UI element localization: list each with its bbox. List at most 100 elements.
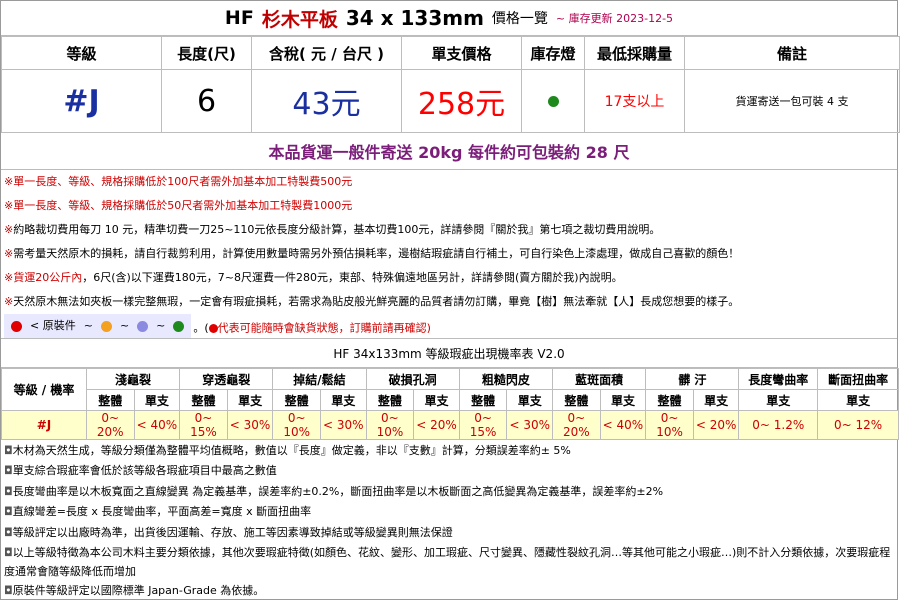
note-mark: ※ [4, 223, 14, 236]
header-min-order: 最低採購量 [584, 36, 685, 70]
note-mark: ※ [4, 295, 14, 308]
bullet-icon: ◘ [4, 505, 13, 519]
defect-note-text: 直線彎差=長度 x 長度彎曲率，平面高差=寬度 x 斷面扭曲率 [12, 505, 312, 519]
min-order-value: 17支以上 [584, 69, 685, 133]
bullet-icon: ◘ [4, 444, 13, 457]
bullet-icon: ◘ [4, 546, 13, 560]
defect-category: 淺龜裂 [85, 368, 181, 390]
defect-note-text: 以上等級特徵為本公司木料主要分類依據，其他次要瑕疵特徵(如顏色、花紋、變形、加工… [4, 546, 891, 579]
defect-value: < 40% [599, 410, 647, 440]
legend-blue-dot-icon [137, 320, 149, 332]
price-table-header: 等級 長度(尺) 含稅( 元 / 台尺 ) 單支價格 庫存燈 最低採購量 備註 [1, 36, 900, 70]
header-price-tax: 含稅( 元 / 台尺 ) [251, 36, 402, 70]
defect-value: 0~ 20% [85, 410, 135, 440]
note-item: ※需考量天然原木的損耗，請自行裁剪利用，計算使用數量時需另外預估損耗率，邊樹結瑕… [1, 242, 897, 266]
sub-whole: 整體 [85, 389, 135, 411]
defect-table: 等級 / 機率 淺龜裂 穿透龜裂 掉結/鬆結 破損孔洞 粗糙閃皮 藍斑面積 髒 … [1, 368, 899, 440]
defect-value: 0~ 15% [458, 410, 508, 440]
legend-sep: ~ [119, 319, 130, 332]
defect-value: 0~ 20% [552, 410, 601, 440]
brand: HF [224, 7, 254, 29]
note-text: 需考量天然原木的損耗，請自行裁剪利用，計算使用數量時需另外預估損耗率，邊樹結瑕疵… [13, 247, 740, 260]
defect-category: 粗糙閃皮 [458, 368, 554, 390]
unit-price-value: 258元 [401, 69, 522, 133]
sub-single: 單支 [320, 389, 367, 411]
defect-grade: #J [1, 410, 87, 440]
shipping-banner: 本品貨運一般件寄送 20kg 每件約可包裝約 28 尺 [1, 133, 897, 170]
sub-whole: 整體 [272, 389, 321, 411]
note-item: ※貨運20公斤內，6尺(含)以下運費180元，7~8尺運費一件280元，東部、特… [1, 266, 897, 290]
defect-note: ◘長度彎曲率是以木板寬面之直線變異 為定義基準，誤差率約±0.2%，斷面扭曲率是… [1, 482, 897, 502]
legend-warning-dot-icon [208, 324, 218, 333]
sub-single: 單支 [599, 389, 647, 411]
bullet-icon: ◘ [4, 525, 13, 539]
defect-value: 0~ 10% [365, 410, 415, 440]
note-item: ※天然原木無法如夾板一樣完整無瑕，一定會有瑕疵損耗，若需求為貼皮般光鮮亮麗的品質… [1, 290, 897, 314]
legend-red-dot-icon [11, 320, 22, 332]
header-remark: 備註 [684, 36, 900, 70]
note-highlight: 貨運20公斤內 [13, 271, 83, 284]
defect-row-header: 等級 / 機率 [1, 368, 87, 411]
defect-note-text: 單支綜合瑕疵率會低於該等級各瑕疵項目中最高之數值 [12, 464, 277, 478]
defect-value: < 40% [133, 410, 181, 440]
legend-box: < 原裝件 ~ ~ ~ [4, 314, 192, 338]
defect-value: < 30% [506, 410, 554, 440]
defect-note: ◘直線彎差=長度 x 長度彎曲率，平面高差=寬度 x 斷面扭曲率 [1, 502, 897, 522]
notes-list: ※單一長度、等級、規格採購低於100尺者需外加基本加工特製費500元 ※單一長度… [1, 170, 897, 339]
note-text: 天然原木無法如夾板一樣完整無瑕，一定會有瑕疵損耗，若需求為貼皮般光鮮亮麗的品質者… [13, 295, 740, 308]
defect-sub-row: 整體 單支 整體 單支 整體 單支 整體 單支 整體 單支 整體 單支 整體 單支 單支 單支 [2, 389, 899, 411]
header-unit-price: 單支價格 [401, 36, 522, 70]
page-title: HF 杉木平板 34 x 133mm 價格一覽 ~ 庫存更新 2023-12-5 [1, 1, 897, 36]
defect-value: < 30% [226, 410, 274, 440]
bullet-icon: ◘ [4, 464, 13, 478]
note-item: ※單一長度、等級、規格採購低於100尺者需外加基本加工特製費500元 [1, 170, 897, 194]
defect-category: 藍斑面積 [552, 368, 647, 390]
stock-legend: < 原裝件 ~ ~ ~ 。(代表可能隨時會缺貨狀態，訂購前請再確認) [1, 314, 897, 338]
defect-note: ◘單支綜合瑕疵率會低於該等級各瑕疵項目中最高之數值 [1, 461, 897, 481]
note-item: ※約略裁切費用每刀 10 元，精準切費一刀25~110元依長度分級計算，基本切費… [1, 218, 897, 242]
defect-value: 0~ 1.2% [738, 410, 819, 440]
defect-value: 0~ 10% [272, 410, 321, 440]
legend-warning: 代表可能隨時會缺貨狀態，訂購前請再確認) [217, 321, 431, 335]
note-text: 單一長度、等級、規格採購低於100尺者需外加基本加工特製費500元 [13, 175, 353, 188]
defect-category: 髒 汙 [645, 368, 740, 390]
sub-single: 單支 [506, 389, 554, 411]
bullet-icon: ◘ [4, 484, 13, 498]
stock-update-date: ~ 庫存更新 2023-12-5 [555, 12, 674, 25]
defect-category: 穿透龜裂 [179, 368, 274, 390]
sub-whole: 整體 [179, 389, 228, 411]
stock-light-icon [547, 95, 559, 107]
defect-value: 0~ 15% [179, 410, 228, 440]
note-text: ，6尺(含)以下運費180元，7~8尺運費一件280元，東部、特殊偏遠地區另計，… [82, 271, 623, 284]
note-text: 約略裁切費用每刀 10 元，精準切費一刀25~110元依長度分級計算，基本切費1… [13, 223, 661, 236]
price-table-row: #J 6 43元 258元 17支以上 貨運寄送一包可裝 4 支 [1, 69, 900, 133]
defect-value: < 20% [692, 410, 740, 440]
defect-category: 掉結/鬆結 [272, 368, 367, 390]
sub-single: 單支 [738, 389, 819, 411]
defect-note-text: 等級評定以出廠時為準，出貨後因運輸、存放、施工等因素導致掉結或等級變異則無法保證 [12, 525, 453, 539]
legend-prefix: < 原裝件 [30, 319, 76, 332]
legend-sep: ~ [156, 319, 166, 332]
defect-note-text: 原裝件等級評定以國際標準 Japan-Grade 為依據。 [12, 584, 265, 598]
note-text: 單一長度、等級、規格採購低於50尺者需外加基本加工特製費1000元 [13, 199, 353, 212]
price-sheet: HF 杉木平板 34 x 133mm 價格一覽 ~ 庫存更新 2023-12-5… [0, 0, 900, 601]
header-length: 長度(尺) [161, 36, 252, 70]
sub-whole: 整體 [645, 389, 694, 411]
legend-green-dot-icon [173, 320, 185, 332]
defect-note: ◘原裝件等級評定以國際標準 Japan-Grade 為依據。 [1, 581, 897, 601]
length-value: 6 [161, 69, 252, 133]
defect-value: 0~ 10% [645, 410, 694, 440]
defect-note-text: 木材為天然生成，等級分類僅為整體平均值概略，數值以『長度』做定義，非以『支數』計… [12, 444, 571, 457]
grade-value: #J [1, 69, 162, 133]
note-mark: ※ [4, 175, 14, 188]
defect-value-row: #J 0~ 20% < 40% 0~ 15% < 30% 0~ 10% < 30… [1, 410, 899, 440]
defect-note: ◘以上等級特徵為本公司木料主要分類依據，其他次要瑕疵特徵(如顏色、花紋、變形、加… [1, 543, 897, 581]
sub-whole: 整體 [365, 389, 415, 411]
defect-note-text: 長度彎曲率是以木板寬面之直線變異 為定義基準，誤差率約±0.2%，斷面扭曲率是以… [12, 484, 664, 498]
note-mark: ※ [4, 199, 14, 212]
sub-single: 單支 [133, 389, 181, 411]
price-list-label: 價格一覽 [491, 11, 548, 27]
defect-value: < 30% [320, 410, 367, 440]
sub-single: 單支 [413, 389, 460, 411]
sub-whole: 整體 [458, 389, 508, 411]
